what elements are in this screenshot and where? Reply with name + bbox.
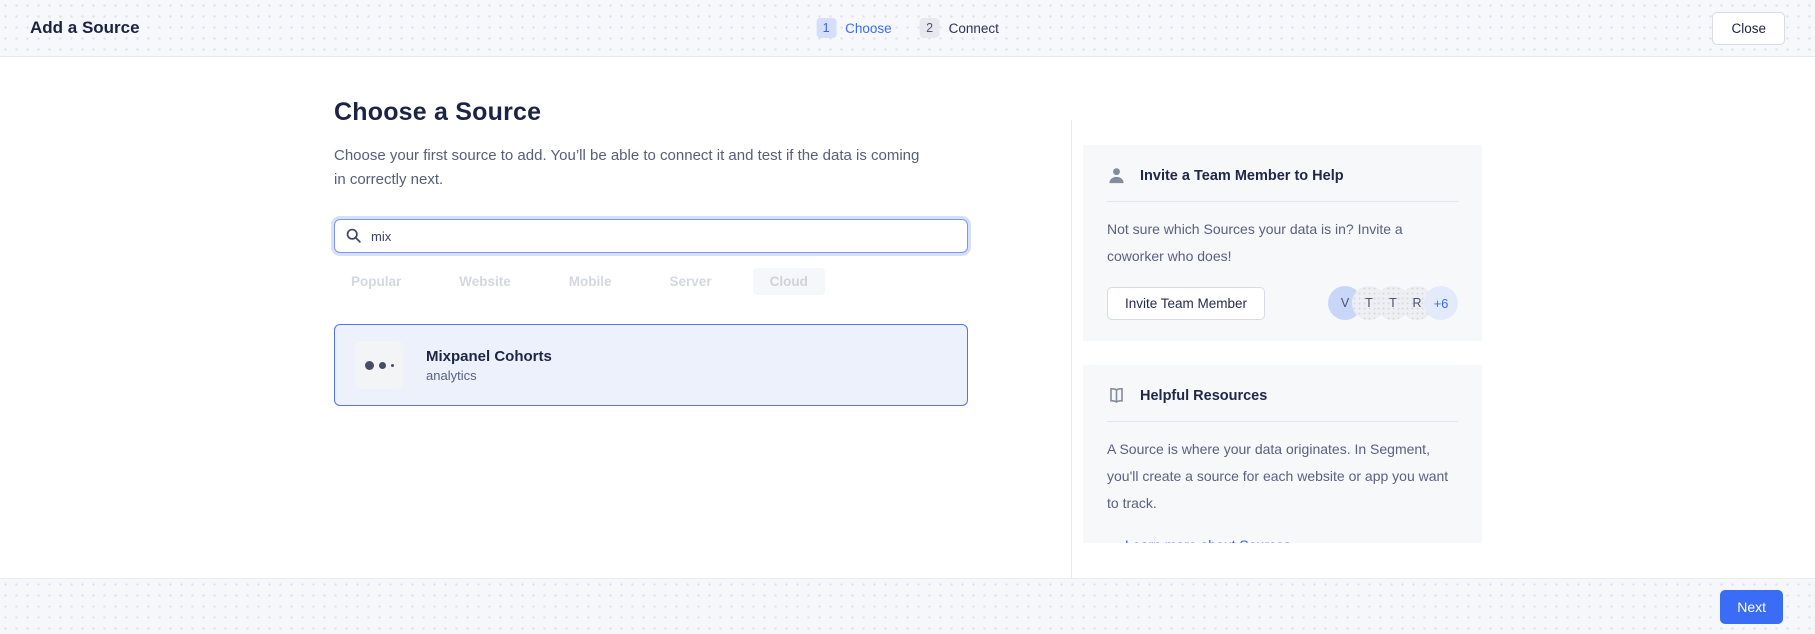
next-button[interactable]: Next	[1720, 590, 1783, 624]
tab-server[interactable]: Server	[653, 268, 729, 295]
resources-link-list: Learn more about Sources	[1107, 537, 1458, 543]
step-connect[interactable]: 2 Connect	[920, 18, 999, 38]
helpful-resources-card: Helpful Resources A Source is where your…	[1083, 365, 1482, 543]
invite-row: Invite Team Member V T T R +6	[1107, 286, 1458, 320]
header: Add a Source 1 Choose 2 Connect Close	[0, 0, 1815, 57]
person-icon	[1107, 166, 1126, 185]
invite-card-title: Invite a Team Member to Help	[1140, 168, 1344, 184]
stepper: 1 Choose 2 Connect	[816, 18, 999, 38]
search-input[interactable]	[334, 219, 968, 253]
section-description: Choose your first source to add. You’ll …	[334, 144, 926, 192]
result-text: Mixpanel Cohorts analytics	[426, 348, 552, 383]
search-icon	[345, 227, 362, 244]
footer-bar: Next	[0, 578, 1815, 634]
tab-cloud[interactable]: Cloud	[753, 268, 825, 295]
choose-source-panel: Choose a Source Choose your first source…	[334, 98, 968, 406]
main-area: Choose a Source Choose your first source…	[0, 58, 1815, 578]
bullet-icon	[1107, 543, 1112, 544]
avatar-overflow-count: +6	[1424, 286, 1458, 320]
invite-card-body: Not sure which Sources your data is in? …	[1107, 216, 1458, 270]
tab-website[interactable]: Website	[442, 268, 528, 295]
add-source-dialog: Add a Source 1 Choose 2 Connect Close Ch…	[0, 0, 1815, 634]
learn-more-sources-link[interactable]: Learn more about Sources	[1125, 537, 1291, 543]
resources-card-header: Helpful Resources	[1107, 386, 1458, 405]
step-choose[interactable]: 1 Choose	[816, 18, 892, 38]
resource-list-item: Learn more about Sources	[1107, 537, 1458, 543]
tab-mobile[interactable]: Mobile	[552, 268, 629, 295]
source-result-mixpanel-cohorts[interactable]: Mixpanel Cohorts analytics	[334, 324, 968, 406]
source-category: analytics	[426, 368, 552, 383]
step-label: Connect	[949, 21, 999, 36]
resources-card-title: Helpful Resources	[1140, 388, 1267, 404]
divider	[1107, 421, 1458, 422]
invite-team-card: Invite a Team Member to Help Not sure wh…	[1083, 145, 1482, 341]
team-avatar-stack: V T T R +6	[1328, 286, 1458, 320]
resources-card-body: A Source is where your data originates. …	[1107, 436, 1458, 517]
close-button[interactable]: Close	[1712, 12, 1785, 45]
category-tabs: Popular Website Mobile Server Cloud	[334, 268, 968, 295]
book-icon	[1107, 386, 1126, 405]
step-label: Choose	[845, 21, 892, 36]
invite-card-header: Invite a Team Member to Help	[1107, 166, 1458, 185]
source-search	[334, 219, 968, 253]
page-title: Add a Source	[30, 18, 140, 38]
section-heading: Choose a Source	[334, 98, 968, 127]
divider	[1107, 201, 1458, 202]
mixpanel-logo-icon	[355, 341, 403, 389]
step-number-badge: 1	[816, 18, 836, 38]
sidebar-divider	[1071, 120, 1072, 602]
step-number-badge: 2	[920, 18, 940, 38]
invite-team-member-button[interactable]: Invite Team Member	[1107, 287, 1265, 320]
tab-popular[interactable]: Popular	[334, 268, 418, 295]
source-name: Mixpanel Cohorts	[426, 348, 552, 365]
